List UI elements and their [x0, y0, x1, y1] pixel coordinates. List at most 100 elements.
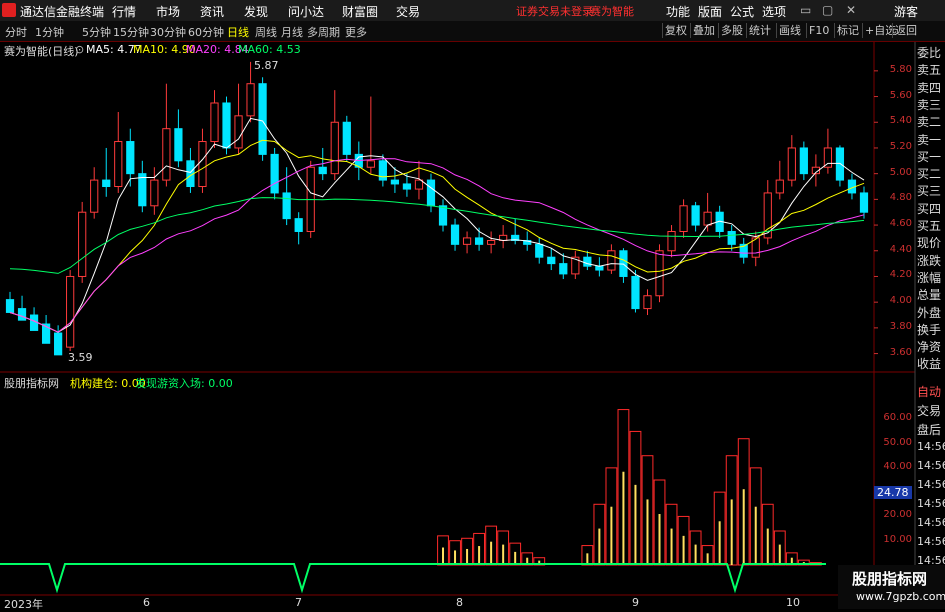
ma20-line — [9, 158, 865, 333]
sidebar-trade-field[interactable]: 14:56 — [917, 497, 945, 510]
candle-body — [559, 263, 568, 275]
candle-body — [318, 166, 327, 175]
indicator-inner-bar — [694, 544, 697, 565]
candle-body — [138, 173, 147, 207]
sidebar-field[interactable]: 卖四 — [917, 79, 945, 96]
price-tick: 4.00 — [889, 295, 912, 307]
ma60-label: MA60: 4.53 — [238, 43, 301, 56]
sidebar-field[interactable]: 买二 — [917, 165, 945, 182]
candle-body — [450, 224, 460, 245]
sidebar-field[interactable]: 涨跌 — [917, 252, 945, 269]
sidebar-field[interactable]: 卖三 — [917, 96, 945, 113]
indicator-inner-bar — [442, 547, 445, 565]
candle-body — [667, 230, 676, 252]
candle-body — [54, 332, 63, 356]
sidebar-trade-field[interactable]: 14:56 — [917, 535, 945, 548]
indicator-inner-bar — [610, 506, 613, 565]
candle-body — [294, 218, 303, 232]
candle-body — [691, 205, 700, 226]
ma-toggle-icon[interactable]: ⊙ — [75, 43, 84, 56]
candle-body — [246, 83, 255, 117]
indicator-baseline — [0, 563, 826, 594]
candle-body — [859, 192, 869, 213]
sidebar-trade-field[interactable]: 14:56 — [917, 516, 945, 529]
candle-body — [126, 141, 135, 175]
price-tick: 4.80 — [889, 192, 912, 204]
candle-body — [823, 147, 833, 168]
candle-body — [438, 205, 448, 226]
candle-body — [29, 314, 39, 331]
candle-body — [78, 211, 87, 277]
candle-body — [174, 128, 183, 162]
indicator-inner-bar — [670, 528, 673, 565]
candle-body — [583, 256, 592, 267]
sidebar-field[interactable]: 卖五 — [917, 61, 945, 78]
indicator-inner-bar — [646, 499, 649, 565]
candle-body — [607, 250, 616, 271]
timeline-month-8: 8 — [456, 596, 463, 609]
sidebar-field[interactable]: 外盘 — [917, 304, 945, 321]
sidebar-field[interactable]: 卖一 — [917, 131, 945, 148]
high-price-label: 5.87 — [254, 59, 279, 72]
sidebar-trade-field[interactable]: 盘后 — [917, 421, 945, 438]
sidebar-field[interactable]: 买五 — [917, 217, 945, 234]
sidebar-trade-field[interactable]: 交易 — [917, 402, 945, 419]
brand-watermark: 股朋指标网 www.7gpzb.com — [838, 565, 945, 609]
sidebar-field[interactable]: 委比 — [917, 44, 945, 61]
timeline-month-10: 10 — [786, 596, 800, 609]
sidebar-trade-field[interactable]: 14:56 — [917, 440, 945, 453]
indicator-inner-bar — [754, 506, 757, 565]
sidebar-field[interactable]: 卖二 — [917, 113, 945, 130]
candle-body — [258, 83, 267, 155]
candle-body — [66, 275, 75, 348]
sidebar-field[interactable]: 总量 — [917, 286, 945, 303]
candle-body — [234, 115, 243, 149]
sidebar-trade-field[interactable]: 自动 — [917, 383, 945, 400]
indicator-tick: 20.00 — [883, 509, 912, 521]
candle-body — [402, 183, 412, 190]
candle-body — [775, 179, 784, 194]
indicator-inner-bar — [490, 541, 493, 565]
sidebar-field[interactable]: 买一 — [917, 148, 945, 165]
sidebar-field[interactable]: 换手 — [917, 321, 945, 338]
sidebar-field[interactable]: 买四 — [917, 200, 945, 217]
price-tick: 5.00 — [889, 166, 912, 178]
indicator-inner-bar — [598, 528, 601, 565]
sidebar-field[interactable]: 买三 — [917, 182, 945, 199]
sidebar-field[interactable]: 收益 — [917, 355, 945, 372]
price-tick: 4.40 — [889, 243, 912, 255]
chart-canvas[interactable] — [0, 0, 945, 609]
indicator-tick: 60.00 — [883, 412, 912, 424]
indicator-hotmoney: 发现游资入场: 0.00 — [135, 377, 233, 390]
indicator-inner-bar — [622, 471, 625, 565]
candle-body — [679, 205, 688, 232]
sidebar-field[interactable]: 现价 — [917, 234, 945, 251]
candle-body — [474, 237, 484, 245]
sidebar-trade-field[interactable]: 14:56 — [917, 459, 945, 472]
candle-body — [162, 128, 171, 181]
ma10-line — [9, 139, 865, 333]
price-tick: 3.80 — [889, 320, 912, 332]
candle-body — [270, 153, 279, 194]
brand-url: www.7gpzb.com — [856, 590, 945, 603]
candle-body — [487, 239, 496, 245]
price-tick: 4.60 — [889, 218, 912, 230]
candle-body — [102, 179, 111, 188]
candle-body — [787, 147, 796, 181]
indicator-tick: 10.00 — [883, 533, 912, 545]
candle-body — [17, 308, 27, 321]
indicator-line — [0, 563, 826, 594]
price-tick: 5.60 — [889, 89, 912, 101]
candle-body — [535, 243, 544, 258]
sidebar-trade-field[interactable]: 14:56 — [917, 478, 945, 491]
ma60-line — [9, 197, 865, 274]
sidebar-field[interactable]: 净资 — [917, 338, 945, 355]
candle-body — [462, 237, 472, 245]
sidebar-field[interactable]: 涨幅 — [917, 269, 945, 286]
candle-body — [90, 179, 99, 213]
indicator-bars — [437, 409, 822, 566]
candle-body — [330, 121, 339, 175]
timeline-month-9: 9 — [632, 596, 639, 609]
candle-body — [114, 141, 123, 188]
candle-body — [342, 121, 351, 155]
